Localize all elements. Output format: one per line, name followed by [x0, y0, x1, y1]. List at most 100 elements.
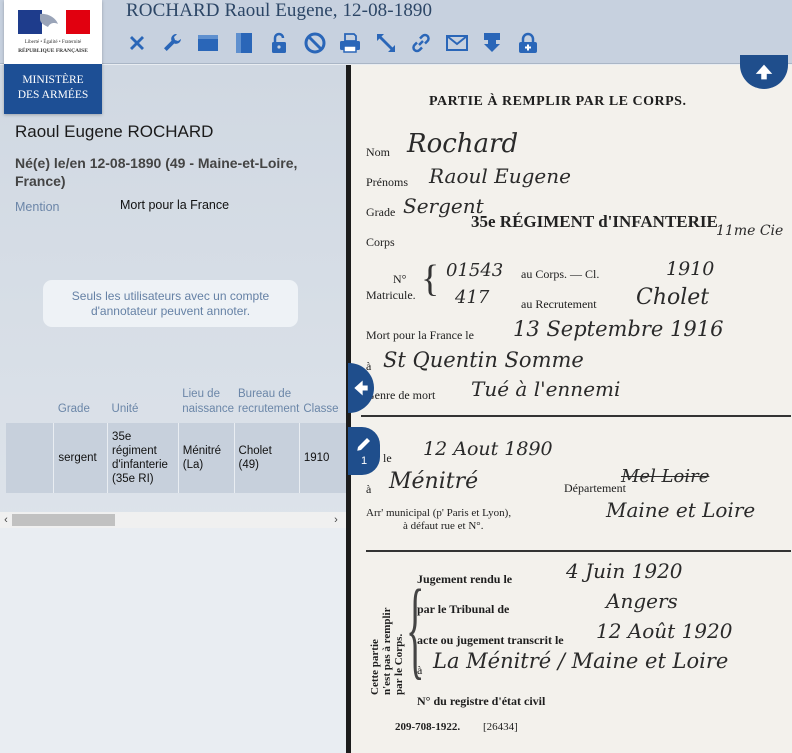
doc-nom-label: Nom: [366, 145, 390, 159]
forbidden-icon[interactable]: [302, 30, 328, 56]
doc-no-label: N°: [393, 272, 407, 286]
print-icon[interactable]: [337, 30, 363, 56]
doc-tribunal-label: par le Tribunal de: [417, 602, 510, 616]
doc-recrutement-number: 417: [455, 287, 490, 308]
arrow-up-icon: [755, 64, 773, 80]
info-table: Grade Unité Lieu de naissance Bureau de …: [6, 380, 346, 493]
marianne-icon: [18, 10, 90, 34]
doc-brace: {: [421, 258, 440, 300]
fullscreen-icon[interactable]: [373, 30, 399, 56]
doc-heading: PARTIE À REMPLIR PAR LE CORPS.: [429, 94, 687, 109]
scroll-left-arrow[interactable]: ‹: [0, 512, 12, 528]
doc-transcrit-date: 12 Août 1920: [596, 619, 733, 643]
layout-vertical-icon[interactable]: [231, 30, 257, 56]
doc-arrondissement-label: Arr' municipal (p' Paris et Lyon),: [366, 507, 512, 519]
doc-classe-value: 1910: [666, 258, 715, 280]
layout-horizontal-icon[interactable]: [195, 30, 221, 56]
toolbar: [124, 28, 550, 58]
doc-prenoms-label: Prénoms: [366, 175, 408, 189]
column-header-classe: Classe: [303, 403, 339, 415]
column-header-unite: Unité: [111, 403, 139, 415]
doc-genre-label: Genre de mort: [366, 388, 436, 402]
annotation-note: Seuls les utilisateurs avec un compte d'…: [43, 280, 298, 327]
column-header-bureau: Bureau de recrutement: [238, 388, 300, 415]
column-header-grade: Grade: [57, 403, 90, 415]
doc-arrondissement-label2: à défaut rue et N°.: [403, 520, 484, 532]
doc-separator-2: [366, 550, 791, 552]
doc-side-note-line1: Cette partie: [369, 639, 381, 695]
doc-grade-label: Grade: [366, 205, 396, 219]
close-icon[interactable]: [124, 30, 150, 56]
scroll-right-arrow[interactable]: ›: [330, 512, 342, 528]
link-icon[interactable]: [408, 30, 434, 56]
mention-label: Mention: [15, 200, 60, 214]
table-cell-classe: 1910: [298, 423, 346, 493]
table-cell-grade: sergent: [53, 423, 108, 493]
doc-ne-lieu: Ménitré: [389, 469, 479, 494]
doc-footer: 209-708-1922.: [395, 721, 461, 733]
column-header-lieu: Lieu de naissance: [182, 388, 235, 415]
doc-au-corps-label: au Corps. — Cl.: [521, 267, 600, 281]
doc-transcrit-label: acte ou jugement transcrit le: [417, 633, 564, 647]
doc-corps-number: 01543: [446, 260, 504, 281]
doc-departement-label: Département: [564, 481, 626, 495]
horizontal-scrollbar[interactable]: ‹ ›: [0, 512, 346, 528]
doc-ne-date: 12 Aout 1890: [423, 438, 553, 460]
ministere-line1: MINISTÈRE: [22, 74, 84, 86]
doc-separator: [361, 415, 791, 417]
lock-plus-icon[interactable]: [515, 30, 541, 56]
ministere-logo: Liberté • Égalité • Fraternité RÉPUBLIQU…: [4, 0, 102, 114]
doc-side-note-line3: par le Corps.: [393, 633, 405, 695]
doc-transcrit-lieu: La Ménitré / Maine et Loire: [433, 649, 729, 673]
doc-mort-lieu: St Quentin Somme: [383, 348, 584, 372]
document-viewer[interactable]: PARTIE À REMPLIR PAR LE CORPS. Nom Rocha…: [346, 65, 792, 753]
left-panel: Raoul Eugene ROCHARD Né(e) le/en 12-08-1…: [0, 65, 346, 753]
doc-corps-label: Corps: [366, 235, 395, 249]
birth-info: Né(e) le/en 12-08-1890 (49 - Maine-et-Lo…: [15, 155, 298, 189]
mail-icon[interactable]: [444, 30, 470, 56]
doc-footer-code: [26434]: [483, 721, 518, 733]
doc-corps-stamp: 35e RÉGIMENT d'INFANTERIE: [471, 212, 718, 231]
republique-text: RÉPUBLIQUE FRANÇAISE: [18, 48, 88, 54]
doc-mort-date: 13 Septembre 1916: [513, 317, 724, 341]
lock-icon[interactable]: [266, 30, 292, 56]
table-row[interactable]: sergent 35e régiment d'infanterie (35e R…: [6, 423, 346, 493]
person-name: Raoul Eugene ROCHARD: [15, 122, 214, 141]
doc-mort-label: Mort pour la France le: [366, 328, 474, 342]
doc-compagnie: 11me Cie: [716, 223, 784, 239]
table-header-row: Grade Unité Lieu de naissance Bureau de …: [6, 380, 346, 423]
doc-registre-label: N° du registre d'état civil: [417, 694, 546, 708]
doc-prenoms-value: Raoul Eugene: [429, 164, 571, 188]
download-icon[interactable]: [479, 30, 505, 56]
table-cell-unite: 35e régiment d'infanterie (35e RI): [107, 423, 179, 493]
doc-a-label-3: à: [417, 663, 423, 677]
doc-nom-value: Rochard: [407, 129, 519, 159]
doc-au-recrutement-label: au Recrutement: [521, 297, 597, 311]
doc-departement-value: Maine et Loire: [606, 498, 756, 522]
scrollbar-thumb[interactable]: [12, 514, 115, 526]
annotations-button[interactable]: 1: [348, 427, 380, 475]
doc-side-note: Cette partie n'est pas à remplir par le …: [369, 608, 405, 696]
doc-genre-value: Tué à l'ennemi: [471, 377, 621, 401]
wrench-icon[interactable]: [160, 30, 186, 56]
arrow-left-icon: [354, 380, 368, 396]
mention-value: Mort pour la France: [120, 198, 230, 212]
pencil-icon: [357, 438, 370, 451]
document-image: PARTIE À REMPLIR PAR LE CORPS. Nom Rocha…: [351, 65, 792, 753]
table-cell-lieu: Ménitré (La): [177, 423, 235, 493]
ministere-banner: MINISTÈRE DES ARMÉES: [4, 64, 102, 114]
column-header: [6, 380, 54, 423]
annotation-count: 1: [360, 455, 368, 467]
page-title: ROCHARD Raoul Eugene, 12-08-1890: [126, 0, 433, 21]
doc-jugement-label: Jugement rendu le: [417, 572, 513, 586]
doc-side-note-line2: n'est pas à remplir: [381, 607, 393, 696]
table-cell-bureau: Cholet (49): [233, 423, 300, 493]
table-cell: [6, 423, 54, 493]
top-bar: ROCHARD Raoul Eugene, 12-08-1890: [0, 0, 792, 64]
doc-matricule-label: Matricule.: [366, 288, 416, 302]
doc-a-label-2: à: [366, 482, 372, 496]
ministere-line2: DES ARMÉES: [17, 89, 89, 101]
devise-text: Liberté • Égalité • Fraternité: [24, 40, 82, 45]
doc-jugement-date: 4 Juin 1920: [566, 559, 683, 583]
doc-departement-struck: Mel Loire: [621, 466, 710, 487]
